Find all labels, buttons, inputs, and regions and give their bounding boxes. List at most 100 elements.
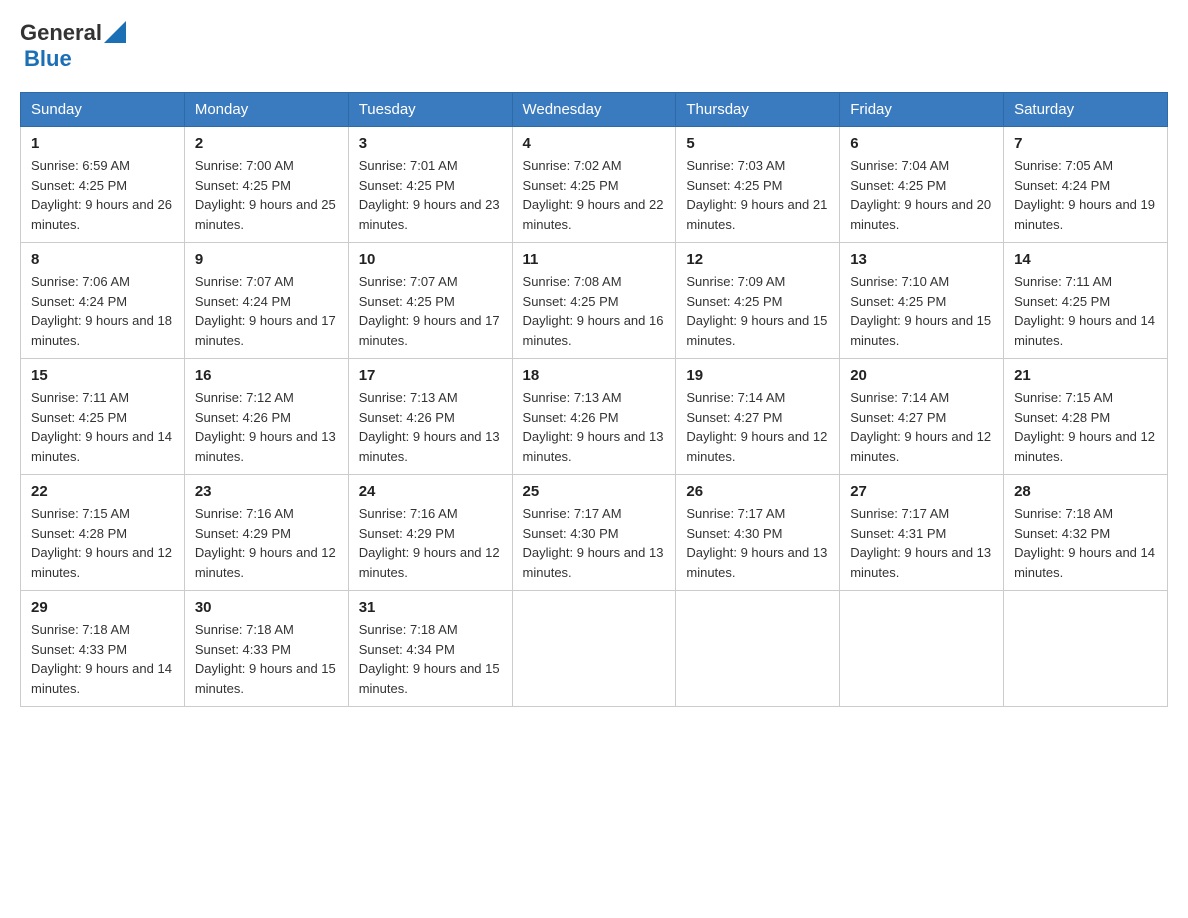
logo-triangle-icon — [104, 21, 126, 43]
page-header: General Blue — [20, 20, 1168, 72]
calendar-cell: 26Sunrise: 7:17 AMSunset: 4:30 PMDayligh… — [676, 475, 840, 591]
day-number: 14 — [1014, 251, 1157, 268]
calendar-cell: 5Sunrise: 7:03 AMSunset: 4:25 PMDaylight… — [676, 127, 840, 243]
day-number: 25 — [523, 483, 666, 500]
calendar-cell: 2 Sunrise: 7:00 AMSunset: 4:25 PMDaylight… — [184, 127, 348, 243]
day-info: Sunrise: 7:13 AMSunset: 4:26 PMDaylight:… — [523, 388, 666, 466]
day-info: Sunrise: 7:17 AMSunset: 4:30 PMDaylight:… — [686, 504, 829, 582]
day-info: Sunrise: 7:18 AMSunset: 4:32 PMDaylight:… — [1014, 504, 1157, 582]
day-info: Sunrise: 7:18 AMSunset: 4:33 PMDaylight:… — [195, 620, 338, 698]
day-number: 12 — [686, 251, 829, 268]
calendar-table: SundayMondayTuesdayWednesdayThursdayFrid… — [20, 92, 1168, 707]
day-info: Sunrise: 7:05 AMSunset: 4:24 PMDaylight:… — [1014, 156, 1157, 234]
day-number: 28 — [1014, 483, 1157, 500]
calendar-cell: 1 Sunrise: 6:59 AMSunset: 4:25 PMDaylight… — [21, 127, 185, 243]
calendar-cell — [840, 591, 1004, 707]
day-info: Sunrise: 7:16 AMSunset: 4:29 PMDaylight:… — [359, 504, 502, 582]
day-number: 3 — [359, 135, 502, 152]
day-info: Sunrise: 7:00 AMSunset: 4:25 PMDaylight:… — [195, 156, 338, 234]
calendar-cell: 13 Sunrise: 7:10 AMSunset: 4:25 PMDayligh… — [840, 243, 1004, 359]
day-info: Sunrise: 7:13 AMSunset: 4:26 PMDaylight:… — [359, 388, 502, 466]
logo: General Blue — [20, 20, 126, 72]
calendar-cell — [676, 591, 840, 707]
day-of-week-header: Monday — [184, 93, 348, 127]
calendar-cell: 21 Sunrise: 7:15 AMSunset: 4:28 PMDayligh… — [1004, 359, 1168, 475]
day-of-week-header: Sunday — [21, 93, 185, 127]
day-number: 15 — [31, 367, 174, 384]
day-number: 5 — [686, 135, 829, 152]
calendar-cell: 22Sunrise: 7:15 AMSunset: 4:28 PMDayligh… — [21, 475, 185, 591]
day-info: Sunrise: 7:17 AMSunset: 4:31 PMDaylight:… — [850, 504, 993, 582]
day-of-week-header: Thursday — [676, 93, 840, 127]
day-info: Sunrise: 7:18 AMSunset: 4:34 PMDaylight:… — [359, 620, 502, 698]
day-info: Sunrise: 7:14 AMSunset: 4:27 PMDaylight:… — [686, 388, 829, 466]
calendar-cell: 8 Sunrise: 7:06 AMSunset: 4:24 PMDaylight… — [21, 243, 185, 359]
day-of-week-header: Tuesday — [348, 93, 512, 127]
day-info: Sunrise: 7:18 AMSunset: 4:33 PMDaylight:… — [31, 620, 174, 698]
day-of-week-header: Friday — [840, 93, 1004, 127]
day-number: 13 — [850, 251, 993, 268]
calendar-cell — [1004, 591, 1168, 707]
calendar-cell: 23 Sunrise: 7:16 AMSunset: 4:29 PMDayligh… — [184, 475, 348, 591]
day-number: 31 — [359, 599, 502, 616]
calendar-cell — [512, 591, 676, 707]
calendar-cell: 6 Sunrise: 7:04 AMSunset: 4:25 PMDaylight… — [840, 127, 1004, 243]
calendar-cell: 9Sunrise: 7:07 AMSunset: 4:24 PMDaylight… — [184, 243, 348, 359]
calendar-cell: 29 Sunrise: 7:18 AMSunset: 4:33 PMDayligh… — [21, 591, 185, 707]
calendar-cell: 27 Sunrise: 7:17 AMSunset: 4:31 PMDayligh… — [840, 475, 1004, 591]
day-info: Sunrise: 7:16 AMSunset: 4:29 PMDaylight:… — [195, 504, 338, 582]
calendar-cell: 20 Sunrise: 7:14 AMSunset: 4:27 PMDayligh… — [840, 359, 1004, 475]
calendar-cell: 3 Sunrise: 7:01 AMSunset: 4:25 PMDaylight… — [348, 127, 512, 243]
day-info: Sunrise: 7:17 AMSunset: 4:30 PMDaylight:… — [523, 504, 666, 582]
logo-blue-text: Blue — [24, 46, 72, 71]
day-number: 1 — [31, 135, 174, 152]
day-info: Sunrise: 7:15 AMSunset: 4:28 PMDaylight:… — [1014, 388, 1157, 466]
day-info: Sunrise: 6:59 AMSunset: 4:25 PMDaylight:… — [31, 156, 174, 234]
day-number: 7 — [1014, 135, 1157, 152]
calendar-week-row: 22Sunrise: 7:15 AMSunset: 4:28 PMDayligh… — [21, 475, 1168, 591]
day-of-week-header: Saturday — [1004, 93, 1168, 127]
day-number: 30 — [195, 599, 338, 616]
day-info: Sunrise: 7:12 AMSunset: 4:26 PMDaylight:… — [195, 388, 338, 466]
day-number: 19 — [686, 367, 829, 384]
calendar-cell: 15 Sunrise: 7:11 AMSunset: 4:25 PMDayligh… — [21, 359, 185, 475]
logo-general-text: General — [20, 20, 102, 46]
day-number: 8 — [31, 251, 174, 268]
day-info: Sunrise: 7:02 AMSunset: 4:25 PMDaylight:… — [523, 156, 666, 234]
day-number: 4 — [523, 135, 666, 152]
day-info: Sunrise: 7:01 AMSunset: 4:25 PMDaylight:… — [359, 156, 502, 234]
calendar-cell: 24 Sunrise: 7:16 AMSunset: 4:29 PMDayligh… — [348, 475, 512, 591]
calendar-week-row: 15 Sunrise: 7:11 AMSunset: 4:25 PMDayligh… — [21, 359, 1168, 475]
day-info: Sunrise: 7:08 AMSunset: 4:25 PMDaylight:… — [523, 272, 666, 350]
calendar-cell: 7 Sunrise: 7:05 AMSunset: 4:24 PMDaylight… — [1004, 127, 1168, 243]
day-info: Sunrise: 7:10 AMSunset: 4:25 PMDaylight:… — [850, 272, 993, 350]
calendar-week-row: 29 Sunrise: 7:18 AMSunset: 4:33 PMDayligh… — [21, 591, 1168, 707]
day-number: 2 — [195, 135, 338, 152]
calendar-cell: 16Sunrise: 7:12 AMSunset: 4:26 PMDayligh… — [184, 359, 348, 475]
calendar-header-row: SundayMondayTuesdayWednesdayThursdayFrid… — [21, 93, 1168, 127]
day-info: Sunrise: 7:14 AMSunset: 4:27 PMDaylight:… — [850, 388, 993, 466]
calendar-cell: 17Sunrise: 7:13 AMSunset: 4:26 PMDayligh… — [348, 359, 512, 475]
day-info: Sunrise: 7:06 AMSunset: 4:24 PMDaylight:… — [31, 272, 174, 350]
calendar-cell: 12 Sunrise: 7:09 AMSunset: 4:25 PMDayligh… — [676, 243, 840, 359]
day-number: 23 — [195, 483, 338, 500]
day-number: 21 — [1014, 367, 1157, 384]
calendar-cell: 10Sunrise: 7:07 AMSunset: 4:25 PMDayligh… — [348, 243, 512, 359]
day-info: Sunrise: 7:04 AMSunset: 4:25 PMDaylight:… — [850, 156, 993, 234]
day-number: 27 — [850, 483, 993, 500]
calendar-cell: 11 Sunrise: 7:08 AMSunset: 4:25 PMDayligh… — [512, 243, 676, 359]
day-info: Sunrise: 7:11 AMSunset: 4:25 PMDaylight:… — [31, 388, 174, 466]
day-number: 10 — [359, 251, 502, 268]
day-number: 6 — [850, 135, 993, 152]
calendar-week-row: 8 Sunrise: 7:06 AMSunset: 4:24 PMDaylight… — [21, 243, 1168, 359]
calendar-cell: 14Sunrise: 7:11 AMSunset: 4:25 PMDayligh… — [1004, 243, 1168, 359]
day-number: 9 — [195, 251, 338, 268]
day-number: 29 — [31, 599, 174, 616]
day-number: 18 — [523, 367, 666, 384]
day-info: Sunrise: 7:09 AMSunset: 4:25 PMDaylight:… — [686, 272, 829, 350]
day-number: 20 — [850, 367, 993, 384]
day-number: 24 — [359, 483, 502, 500]
calendar-cell: 30 Sunrise: 7:18 AMSunset: 4:33 PMDayligh… — [184, 591, 348, 707]
day-number: 11 — [523, 251, 666, 268]
calendar-cell: 4 Sunrise: 7:02 AMSunset: 4:25 PMDaylight… — [512, 127, 676, 243]
